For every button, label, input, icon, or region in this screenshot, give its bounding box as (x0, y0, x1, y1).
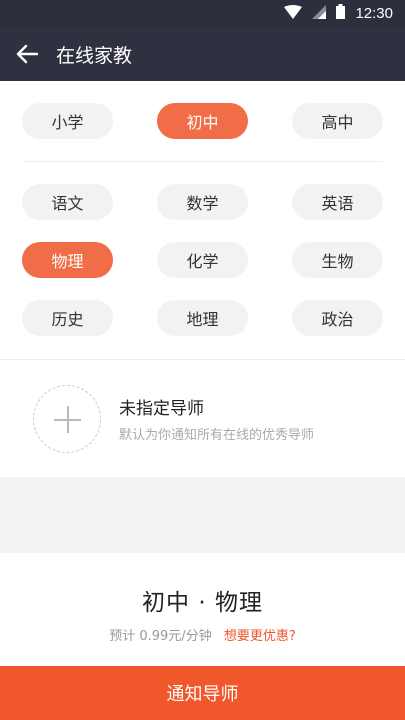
status-icons: 12:30 (284, 4, 393, 23)
price-row: 预计 0.99元/分钟 想要更优惠? (0, 625, 405, 644)
subject-chip-math[interactable]: 数学 (157, 184, 248, 220)
back-button[interactable] (14, 41, 40, 67)
subject-chip-chinese[interactable]: 语文 (22, 184, 113, 220)
grade-chip-senior[interactable]: 高中 (292, 103, 383, 139)
grade-chip-junior[interactable]: 初中 (157, 103, 248, 139)
plus-icon-vertical (67, 405, 69, 433)
teacher-selector[interactable]: 未指定导师 默认为你通知所有在线的优秀导师 (0, 360, 405, 477)
subject-chip-physics[interactable]: 物理 (22, 242, 113, 278)
subject-chip-history[interactable]: 历史 (22, 300, 113, 336)
subject-chip-politics[interactable]: 政治 (292, 300, 383, 336)
teacher-info: 未指定导师 默认为你通知所有在线的优秀导师 (119, 394, 314, 443)
subject-chip-english[interactable]: 英语 (292, 184, 383, 220)
spacer-band (0, 477, 405, 553)
teacher-description: 默认为你通知所有在线的优秀导师 (119, 428, 315, 443)
grade-selector: 小学 初中 高中 (0, 81, 405, 161)
grade-chip-primary[interactable]: 小学 (22, 103, 113, 139)
subject-chip-chemistry[interactable]: 化学 (157, 242, 248, 278)
page-title: 在线家教 (56, 44, 133, 67)
summary-title: 初中 · 物理 (142, 590, 263, 616)
add-teacher-button[interactable] (33, 384, 101, 453)
subject-selector: 语文 数学 英语 物理 化学 生物 历史 地理 政治 (0, 162, 405, 336)
order-summary: 初中 · 物理 预计 0.99元/分钟 想要更优惠? (0, 553, 405, 666)
status-time: 12:30 (355, 4, 393, 22)
battery-icon (336, 4, 346, 23)
subject-chip-geography[interactable]: 地理 (157, 300, 248, 336)
status-bar: 12:30 (0, 0, 405, 27)
wifi-icon (284, 4, 303, 23)
arrow-left-icon (16, 44, 38, 64)
notify-teacher-button[interactable]: 通知导师 (0, 666, 405, 720)
teacher-name: 未指定导师 (119, 399, 204, 419)
price-estimate: 预计 0.99元/分钟 (109, 629, 212, 644)
section-separator (0, 336, 405, 360)
signal-icon (312, 4, 327, 23)
subject-chip-biology[interactable]: 生物 (292, 242, 383, 278)
toolbar: 在线家教 (0, 27, 405, 81)
discount-link[interactable]: 想要更优惠? (224, 629, 296, 644)
